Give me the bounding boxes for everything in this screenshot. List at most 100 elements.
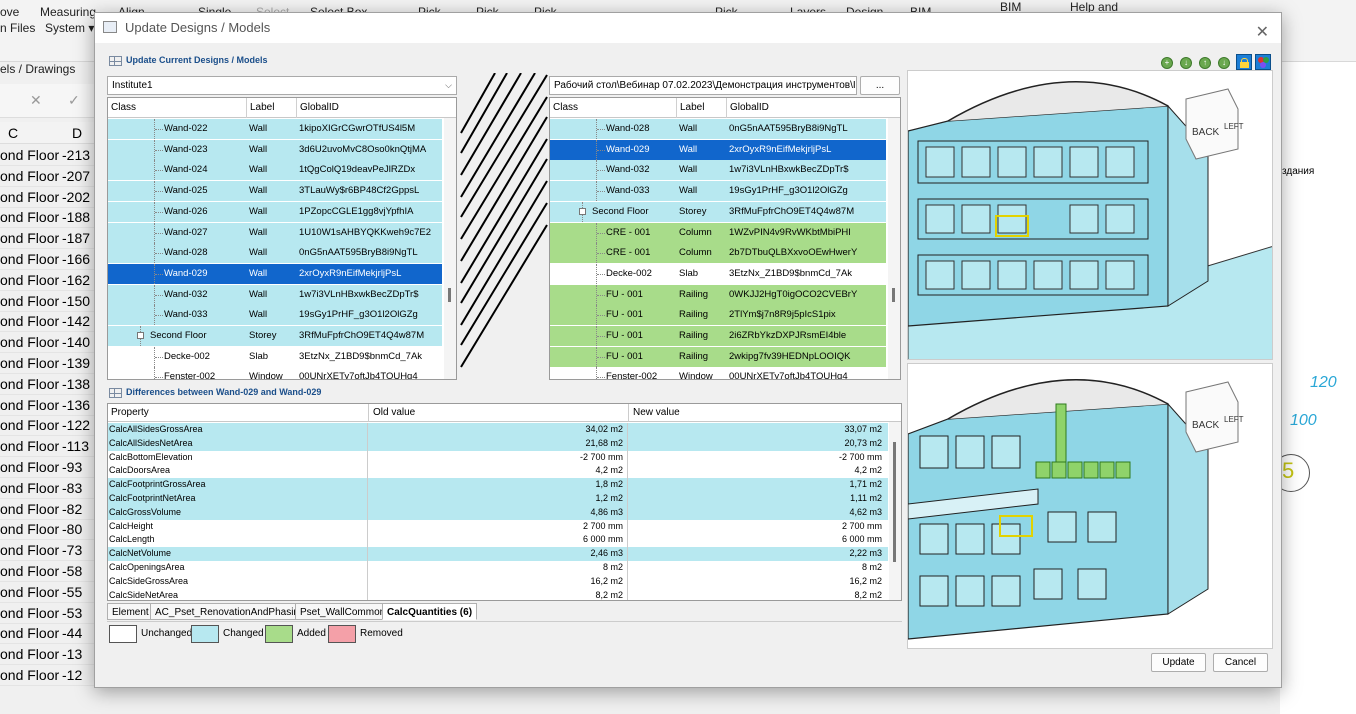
column-header-label[interactable]: Label — [246, 98, 296, 118]
cell-value[interactable]: -80 — [62, 519, 82, 539]
spreadsheet-row[interactable]: ond Floor -162 — [0, 270, 94, 291]
tab-element[interactable]: Element — [107, 603, 154, 620]
cell-value[interactable]: -58 — [62, 561, 82, 581]
cancel-button[interactable]: Cancel — [1213, 653, 1268, 672]
cell-value[interactable]: -93 — [62, 457, 82, 477]
cell-floor[interactable]: ond Floor — [0, 207, 59, 227]
spreadsheet-row[interactable]: ond Floor -53 — [0, 603, 94, 624]
spreadsheet-row[interactable]: ond Floor -150 — [0, 291, 94, 312]
cell-value[interactable]: -122 — [62, 415, 90, 435]
scrollbar[interactable] — [444, 118, 456, 379]
tab-pset-wallcommon[interactable]: Pset_WallCommon — [295, 603, 391, 620]
diff-row[interactable]: CalcNetVolume 2,46 m3 2,22 m3 — [108, 547, 888, 561]
cell-floor[interactable]: ond Floor — [0, 228, 59, 248]
cell-value[interactable]: -53 — [62, 603, 82, 623]
spreadsheet-row[interactable]: ond Floor -73 — [0, 540, 94, 562]
column-header-globalid[interactable]: GlobalID — [726, 98, 886, 118]
tree-row[interactable]: Wand-029 Wall 2xrOyxR9nEifMekjrljPsL — [550, 139, 886, 160]
cell-value[interactable]: -55 — [62, 582, 82, 602]
tree-row[interactable]: CRE - 001 Column 1WZvPIN4v9RvWKbtMbiPHI — [550, 222, 886, 243]
column-header-property[interactable]: Property — [111, 407, 149, 418]
spreadsheet-row[interactable]: ond Floor -12 — [0, 665, 94, 686]
diff-row[interactable]: CalcHeight 2 700 mm 2 700 mm — [108, 519, 888, 534]
cell-value[interactable]: -136 — [62, 395, 90, 415]
tree-row[interactable]: Wand-033 Wall 19sGy1PrHF_g3O1l2OlGZg — [550, 181, 886, 202]
scrollbar[interactable] — [888, 118, 900, 379]
spreadsheet-row[interactable]: ond Floor -187 — [0, 228, 94, 250]
spreadsheet-row[interactable]: ond Floor -142 — [0, 311, 94, 333]
cell-floor[interactable]: ond Floor — [0, 457, 59, 477]
cell-value[interactable]: -73 — [62, 540, 82, 560]
current-model-3d-view[interactable]: BACK LEFT — [907, 70, 1273, 360]
tree-row[interactable]: Wand-029 Wall 2xrOyxR9nEifMekjrljPsL — [108, 263, 442, 284]
diff-row[interactable]: CalcSideNetArea 8,2 m2 8,2 m2 — [108, 588, 888, 600]
cell-value[interactable]: -82 — [62, 499, 82, 519]
ribbon-item-move[interactable]: ove — [0, 5, 19, 19]
spreadsheet-row[interactable]: ond Floor -13 — [0, 644, 94, 666]
spreadsheet-row[interactable]: ond Floor -122 — [0, 415, 94, 437]
tree-row[interactable]: Second Floor Storey 3RfMuFpfrChO9ET4Q4w87M — [550, 201, 886, 222]
cancel-icon[interactable]: ✕ — [30, 92, 42, 109]
diff-row[interactable]: CalcGrossVolume 4,86 m3 4,62 m3 — [108, 505, 888, 520]
diff-row[interactable]: CalcOpeningsArea 8 m2 8 m2 — [108, 561, 888, 575]
color-mode-icon[interactable] — [1255, 54, 1271, 70]
new-model-path-field[interactable]: Рабочий стол\Вебинар 07.02.2023\Демонстр… — [549, 76, 857, 95]
cell-floor[interactable]: ond Floor — [0, 332, 59, 352]
scrollbar[interactable] — [889, 422, 901, 600]
spreadsheet-row[interactable]: ond Floor -113 — [0, 436, 94, 458]
cell-floor[interactable]: ond Floor — [0, 311, 59, 331]
ribbon-item-system[interactable]: System ▾ — [45, 21, 94, 35]
tree-row[interactable]: Wand-025 Wall 3TLauWy$r6BP48Cf2GppsL — [108, 181, 442, 202]
spreadsheet-row[interactable]: ond Floor -80 — [0, 519, 94, 541]
cell-floor[interactable]: ond Floor — [0, 270, 59, 290]
cell-floor[interactable]: ond Floor — [0, 353, 59, 373]
tree-row[interactable]: FU - 001 Railing 2i6ZRbYkzDXPJRsmEI4ble — [550, 326, 886, 346]
ribbon-item-files[interactable]: n Files — [0, 21, 35, 35]
diff-row[interactable]: CalcDoorsArea 4,2 m2 4,2 m2 — [108, 464, 888, 479]
tree-row[interactable]: Wand-026 Wall 1PZopcCGLE1gg8vjYpfhIA — [108, 201, 442, 222]
tree-row[interactable]: FU - 001 Railing 2TlYm$j7n8R9j5pIcS1pix — [550, 305, 886, 326]
tree-row[interactable]: Wand-033 Wall 19sGy1PrHF_g3O1l2OlGZg — [108, 305, 442, 326]
tree-row[interactable]: Fenster-002 Window 00UNrXETy7oftJb4TOUHq4 — [550, 367, 886, 379]
cell-value[interactable]: -202 — [62, 187, 90, 207]
tree-row[interactable]: Wand-024 Wall 1tQgColQ19deavPeJlRZDx — [108, 160, 442, 181]
spreadsheet-row[interactable]: ond Floor -188 — [0, 207, 94, 229]
column-header-label[interactable]: Label — [676, 98, 726, 118]
tree-row[interactable]: Wand-027 Wall 1U10W1sAHBYQKKweh9c7E2 — [108, 222, 442, 243]
cell-value[interactable]: -162 — [62, 270, 90, 290]
diff-row[interactable]: CalcBottomElevation -2 700 mm -2 700 mm — [108, 450, 888, 465]
current-model-select[interactable]: Institute1 ⌵ — [107, 76, 457, 95]
diff-row[interactable]: CalcFootprintNetArea 1,2 m2 1,11 m2 — [108, 492, 888, 506]
cell-floor[interactable]: ond Floor — [0, 561, 59, 581]
cell-value[interactable]: -150 — [62, 291, 90, 311]
spreadsheet-row[interactable]: ond Floor -207 — [0, 166, 94, 187]
cell-floor[interactable]: ond Floor — [0, 603, 59, 623]
collapse-toggle-icon[interactable] — [579, 207, 586, 215]
cell-value[interactable]: -13 — [62, 644, 82, 664]
viewcube-left-label[interactable]: LEFT — [1224, 122, 1244, 131]
cell-value[interactable]: -207 — [62, 166, 90, 186]
browse-button[interactable]: ... — [860, 76, 900, 95]
tab-renovation-phasing[interactable]: AC_Pset_RenovationAndPhasing — [150, 603, 310, 620]
diff-row[interactable]: CalcFootprintGrossArea 1,8 m2 1,71 m2 — [108, 478, 888, 492]
cell-floor[interactable]: ond Floor — [0, 519, 59, 539]
column-header-c[interactable]: C — [8, 125, 18, 141]
viewcube-back-label[interactable]: BACK — [1192, 127, 1220, 138]
viewcube-left-label[interactable]: LEFT — [1224, 415, 1244, 424]
cell-floor[interactable]: ond Floor — [0, 665, 59, 685]
tree-row[interactable]: Fenster-002 Window 00UNrXETy7oftJb4TOUHq4 — [108, 367, 442, 379]
cell-floor[interactable]: ond Floor — [0, 145, 59, 165]
cell-value[interactable]: -83 — [62, 478, 82, 498]
column-header-new-value[interactable]: New value — [628, 404, 680, 422]
diff-row[interactable]: CalcAllSidesNetArea 21,68 m2 20,73 m2 — [108, 436, 888, 451]
tree-row[interactable]: Decke-002 Slab 3EtzNx_Z1BD9$bnmCd_7Ak — [550, 263, 886, 284]
spreadsheet-row[interactable]: ond Floor -140 — [0, 332, 94, 354]
collapse-all-icon[interactable]: ↓ — [1180, 57, 1192, 69]
column-header-class[interactable]: Class — [108, 98, 246, 118]
cell-floor[interactable]: ond Floor — [0, 582, 59, 602]
spreadsheet-row[interactable]: ond Floor -166 — [0, 249, 94, 270]
spreadsheet-row[interactable]: ond Floor -55 — [0, 582, 94, 603]
tree-row[interactable]: Wand-028 Wall 0nG5nAAT595BryB8i9NgTL — [550, 119, 886, 139]
cell-floor[interactable]: ond Floor — [0, 395, 59, 415]
cell-value[interactable]: -139 — [62, 353, 90, 373]
